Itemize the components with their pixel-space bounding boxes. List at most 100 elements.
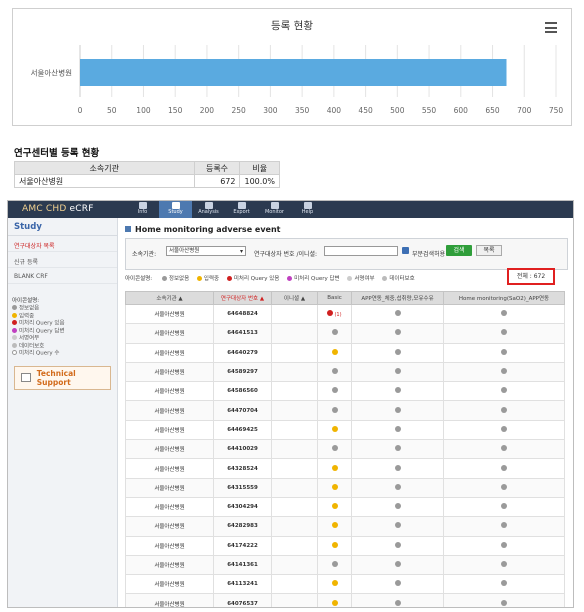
cell-app-link[interactable] <box>351 574 444 595</box>
no-info-icon[interactable] <box>394 445 401 452</box>
cell-basic[interactable] <box>317 496 352 518</box>
cell-subject-id[interactable]: 64113241 <box>213 574 272 595</box>
no-info-icon[interactable] <box>501 310 507 317</box>
no-info-icon[interactable] <box>501 599 507 606</box>
cell-app-link[interactable] <box>351 303 444 325</box>
cell-home-monitoring[interactable] <box>443 496 565 518</box>
cell-app-link[interactable] <box>351 477 444 498</box>
nav-export[interactable]: Export <box>225 201 258 218</box>
sidebar-item-blank-crf[interactable]: BLANK CRF <box>8 268 117 284</box>
cell-basic[interactable] <box>317 593 352 607</box>
cell-home-monitoring[interactable] <box>443 439 565 460</box>
cell-home-monitoring[interactable] <box>443 361 565 383</box>
in-progress-icon[interactable] <box>331 599 338 606</box>
col-header-org[interactable]: 소속기관 ▲ <box>125 291 214 305</box>
no-info-icon[interactable] <box>394 464 401 471</box>
cell-app-link[interactable] <box>351 323 444 344</box>
no-info-icon[interactable] <box>501 522 507 529</box>
in-progress-icon[interactable] <box>331 464 338 471</box>
table-row[interactable]: 서울아산병원 64640279 <box>125 342 565 363</box>
technical-support-button[interactable]: Technical Support <box>14 365 111 390</box>
table-row[interactable]: 서울아산병원 64282983 <box>125 516 565 537</box>
cell-home-monitoring[interactable] <box>443 303 565 325</box>
table-row[interactable]: 서울아산병원 64174222 <box>125 535 565 556</box>
cell-app-link[interactable] <box>351 554 444 576</box>
col-header-initial[interactable]: 이니셜 ▲ <box>271 291 318 305</box>
cell-home-monitoring[interactable] <box>443 400 565 421</box>
no-info-icon[interactable] <box>394 503 401 510</box>
cell-subject-id[interactable]: 64641513 <box>213 323 272 344</box>
no-info-icon[interactable] <box>394 522 401 529</box>
cell-home-monitoring[interactable] <box>443 574 565 595</box>
cell-subject-id[interactable]: 64586560 <box>213 381 272 402</box>
chart-menu-icon[interactable] <box>545 22 557 36</box>
no-info-icon[interactable] <box>394 425 401 432</box>
no-info-icon[interactable] <box>331 561 338 567</box>
cell-subject-id[interactable]: 64174222 <box>213 535 272 556</box>
table-row[interactable]: 서울아산병원 64470704 <box>125 400 565 421</box>
no-info-icon[interactable] <box>394 599 401 606</box>
cell-home-monitoring[interactable] <box>443 477 565 498</box>
cell-basic[interactable] <box>317 554 352 576</box>
list-button[interactable]: 목록 <box>476 245 502 256</box>
cell-home-monitoring[interactable] <box>443 516 565 537</box>
cell-basic[interactable] <box>317 419 352 441</box>
partial-search-checkbox[interactable] <box>402 247 409 254</box>
nav-help[interactable]: Help <box>291 201 324 218</box>
no-info-icon[interactable] <box>394 310 401 317</box>
brand-logo[interactable]: AMC CHD eCRF <box>22 204 94 214</box>
cell-subject-id[interactable]: 64282983 <box>213 516 272 537</box>
no-info-icon[interactable] <box>394 561 401 567</box>
cell-basic[interactable] <box>317 400 352 421</box>
search-button[interactable]: 검색 <box>446 245 472 256</box>
nav-monitor[interactable]: Monitor <box>258 201 291 218</box>
no-info-icon[interactable] <box>501 580 507 587</box>
cell-home-monitoring[interactable] <box>443 381 565 402</box>
cell-basic[interactable] <box>317 323 352 344</box>
cell-subject-id[interactable]: 64648824 <box>213 303 272 325</box>
no-info-icon[interactable] <box>501 503 507 510</box>
cell-basic[interactable] <box>317 439 352 460</box>
cell-subject-id[interactable]: 64640279 <box>213 342 272 363</box>
no-info-icon[interactable] <box>501 368 507 375</box>
no-info-icon[interactable] <box>394 541 401 548</box>
cell-app-link[interactable] <box>351 593 444 607</box>
cell-app-link[interactable] <box>351 381 444 402</box>
org-select[interactable]: 서울아산병원 ▾ <box>166 246 246 256</box>
no-info-icon[interactable] <box>331 406 338 413</box>
cell-home-monitoring[interactable] <box>443 342 565 363</box>
table-row[interactable]: 서울아산병원 64304294 <box>125 496 565 518</box>
in-progress-icon[interactable] <box>331 503 338 510</box>
cell-app-link[interactable] <box>351 419 444 441</box>
cell-basic[interactable] <box>317 361 352 383</box>
cell-home-monitoring[interactable] <box>443 554 565 576</box>
nav-analysis[interactable]: Analysis <box>192 201 225 218</box>
cell-basic[interactable] <box>317 535 352 556</box>
cell-subject-id[interactable]: 64589297 <box>213 361 272 383</box>
no-info-icon[interactable] <box>394 348 401 355</box>
table-row[interactable]: 서울아산병원 64328524 <box>125 458 565 479</box>
no-info-icon[interactable] <box>501 406 507 413</box>
cell-app-link[interactable] <box>351 400 444 421</box>
nav-study[interactable]: Study <box>159 201 192 218</box>
cell-app-link[interactable] <box>351 342 444 363</box>
no-info-icon[interactable] <box>331 329 338 336</box>
no-info-icon[interactable] <box>501 483 507 490</box>
sidebar-item-subject-list[interactable]: 연구대상자 목록 <box>8 236 117 252</box>
sidebar-item-new-registration[interactable]: 신규 등록 <box>8 252 117 268</box>
no-info-icon[interactable] <box>501 329 507 336</box>
cell-app-link[interactable] <box>351 361 444 383</box>
table-row[interactable]: 서울아산병원 64641513 <box>125 323 565 344</box>
no-info-icon[interactable] <box>394 580 401 587</box>
in-progress-icon[interactable] <box>331 541 338 548</box>
no-info-icon[interactable] <box>394 406 401 413</box>
no-info-icon[interactable] <box>501 445 507 452</box>
no-info-icon[interactable] <box>501 425 507 432</box>
cell-basic[interactable] <box>317 458 352 479</box>
no-info-icon[interactable] <box>394 483 401 490</box>
cell-basic[interactable] <box>317 516 352 537</box>
in-progress-icon[interactable] <box>331 580 338 587</box>
cell-home-monitoring[interactable] <box>443 323 565 344</box>
no-info-icon[interactable] <box>331 387 338 394</box>
cell-basic[interactable] <box>317 381 352 402</box>
